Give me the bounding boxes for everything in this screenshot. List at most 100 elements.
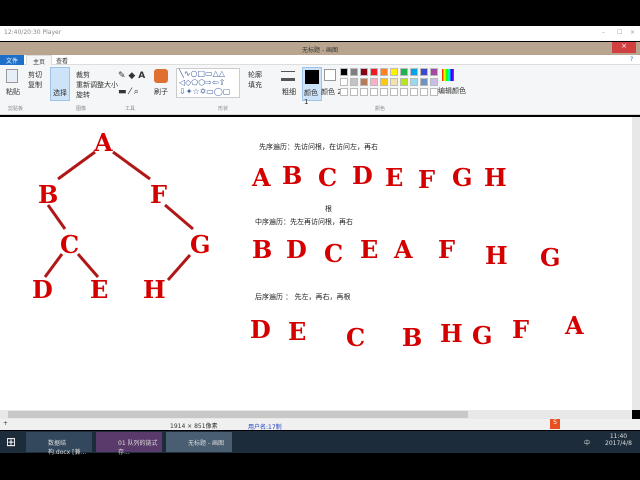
crop-button[interactable]: 裁剪 xyxy=(76,70,90,80)
tab-view[interactable]: 查看 xyxy=(50,55,74,65)
paint-close-button[interactable]: × xyxy=(612,42,636,53)
clock-date: 2017/4/8 xyxy=(605,440,632,447)
vertical-scrollbar[interactable] xyxy=(632,117,640,410)
pencil-icon[interactable]: ✎ ◆ A xyxy=(118,71,145,81)
palette-swatch[interactable] xyxy=(400,78,408,86)
palette-swatch[interactable] xyxy=(360,68,368,76)
sequence-letter: F xyxy=(512,315,530,344)
tree-node: D xyxy=(32,275,53,304)
palette-swatch[interactable] xyxy=(350,68,358,76)
palette-swatch[interactable] xyxy=(410,68,418,76)
brushes-button[interactable]: 刷子 xyxy=(154,87,168,97)
status-bar: + 1914 × 851像素 用户名:17制 S xyxy=(0,419,640,431)
rotate-button[interactable]: 旋转 xyxy=(76,90,90,100)
palette-swatch[interactable] xyxy=(390,78,398,86)
tree-node: G xyxy=(190,230,211,259)
taskbar: ⊞ 数据结构.docx [兼... 01 队列的链式存... 无标题 - 画图 … xyxy=(0,431,640,456)
group-label: 颜色 xyxy=(375,106,386,112)
sequence-letter: D xyxy=(352,161,373,190)
palette-swatch-empty[interactable] xyxy=(410,88,418,96)
sequence-letter: A xyxy=(394,235,413,264)
palette-swatch-empty[interactable] xyxy=(390,88,398,96)
horizontal-scrollbar[interactable] xyxy=(0,410,632,419)
clock-time: 11:40 xyxy=(609,433,628,440)
windows-start-icon[interactable]: ⊞ xyxy=(6,435,16,449)
fill-button[interactable]: 填充 xyxy=(248,80,262,90)
eraser-icon[interactable]: ▬ ⁄ ⌕ xyxy=(118,87,139,97)
palette-swatch-empty[interactable] xyxy=(360,88,368,96)
palette-swatch[interactable] xyxy=(390,68,398,76)
palette-swatch[interactable] xyxy=(420,78,428,86)
size-icon xyxy=(281,71,295,81)
color-palette xyxy=(340,68,440,100)
paste-button[interactable]: 粘贴 xyxy=(6,87,20,97)
ribbon-tabs: 文件 主页 查看 ? xyxy=(0,55,640,66)
paint-titlebar: 无标题 - 画图 xyxy=(0,42,640,55)
palette-swatch-empty[interactable] xyxy=(420,88,428,96)
palette-swatch[interactable] xyxy=(340,68,348,76)
ime-indicator[interactable]: 中 xyxy=(584,438,590,447)
group-label: 图像 xyxy=(76,106,87,112)
palette-swatch[interactable] xyxy=(350,78,358,86)
sequence-letter: B xyxy=(282,161,303,190)
sequence-letter: C xyxy=(324,239,344,268)
clock[interactable]: 11:40 2017/4/8 xyxy=(605,433,632,447)
palette-swatch[interactable] xyxy=(370,68,378,76)
palette-swatch[interactable] xyxy=(400,68,408,76)
clipboard-icon xyxy=(6,69,18,83)
palette-swatch-empty[interactable] xyxy=(370,88,378,96)
maximize-button[interactable]: ☐ xyxy=(617,29,622,36)
color2-swatch[interactable] xyxy=(324,69,336,81)
minimize-button[interactable]: – xyxy=(602,29,605,36)
close-button[interactable]: × xyxy=(630,29,635,36)
sequence-letter: G xyxy=(540,243,561,272)
tab-home[interactable]: 主页 xyxy=(26,55,53,66)
window-title: 无标题 - 画图 xyxy=(302,47,338,54)
outline-button[interactable]: 轮廓 xyxy=(248,70,262,80)
sogou-ime-icon[interactable]: S xyxy=(550,419,560,429)
shapes-gallery[interactable]: ╲∿○□▭△△ ◁◇⬠⬡⇨⇦⇧ ⇩✦☆✡▭◯▢ xyxy=(176,68,240,98)
sequence-letter: G xyxy=(472,321,493,350)
palette-swatch[interactable] xyxy=(430,68,438,76)
palette-swatch[interactable] xyxy=(430,78,438,86)
edit-colors-icon xyxy=(442,69,454,81)
palette-swatch[interactable] xyxy=(340,78,348,86)
cursor-position-icon: + xyxy=(3,420,9,427)
size-button[interactable]: 粗细 xyxy=(282,87,296,97)
palette-swatch[interactable] xyxy=(380,68,388,76)
palette-swatch-empty[interactable] xyxy=(350,88,358,96)
palette-swatch[interactable] xyxy=(420,68,428,76)
tree-node: H xyxy=(143,275,166,304)
color1-button[interactable]: 颜色 1 xyxy=(302,67,322,106)
tab-file[interactable]: 文件 xyxy=(0,55,25,65)
edit-colors-button[interactable]: 编辑颜色 xyxy=(438,86,466,96)
palette-swatch-empty[interactable] xyxy=(380,88,388,96)
palette-swatch-empty[interactable] xyxy=(340,88,348,96)
palette-swatch[interactable] xyxy=(410,78,418,86)
taskbar-item-word[interactable]: 数据结构.docx [兼... xyxy=(26,432,92,456)
palette-swatch[interactable] xyxy=(380,78,388,86)
tree-node: B xyxy=(38,180,59,209)
resize-button[interactable]: 重新调整大小 xyxy=(76,80,118,90)
drawing-canvas[interactable]: A B F C G D E H 先序遍历：先访问根，在访问左，再右 ABCDEF… xyxy=(0,117,632,410)
palette-swatch[interactable] xyxy=(370,78,378,86)
sequence-letter: E xyxy=(288,317,307,346)
sequence-letter: E xyxy=(360,235,379,264)
color1-label: 颜色 1 xyxy=(304,89,318,106)
copy-button[interactable]: 复制 xyxy=(28,80,42,90)
tree-node: C xyxy=(60,230,80,259)
player-title: 12:40/20:30 Player xyxy=(4,29,62,36)
palette-swatch[interactable] xyxy=(360,78,368,86)
select-button[interactable]: 选择 xyxy=(50,67,70,101)
palette-swatch-empty[interactable] xyxy=(430,88,438,96)
taskbar-item-vs[interactable]: 01 队列的链式存... xyxy=(96,432,162,456)
help-icon[interactable]: ? xyxy=(624,55,639,65)
palette-swatch-empty[interactable] xyxy=(400,88,408,96)
brushes-icon xyxy=(154,69,168,83)
taskbar-item-paint[interactable]: 无标题 - 画图 xyxy=(166,432,232,452)
sequence-letter: E xyxy=(385,163,404,192)
sequence-letter: B xyxy=(402,323,423,352)
sequence-letter: G xyxy=(452,163,473,192)
cut-button[interactable]: 剪切 xyxy=(28,70,42,80)
color2-label: 颜色 2 xyxy=(321,88,342,96)
